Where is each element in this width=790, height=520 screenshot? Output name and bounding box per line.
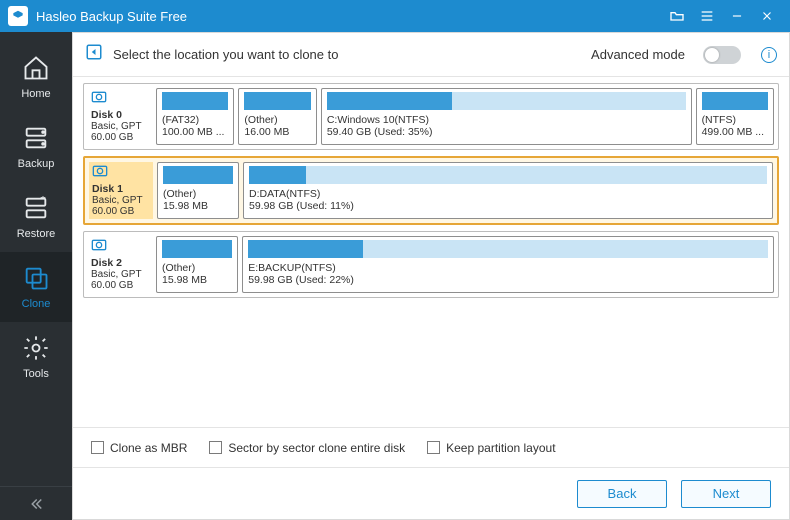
disk-header: Disk 1Basic, GPT60.00 GB — [89, 162, 153, 219]
sidebar-item-label: Clone — [22, 298, 51, 310]
sidebar-item-restore[interactable]: Restore — [0, 182, 72, 252]
disk-icon — [92, 164, 150, 181]
disk-icon — [91, 238, 149, 255]
partition[interactable]: (FAT32)100.00 MB ... — [156, 88, 234, 145]
usage-bar — [162, 240, 232, 258]
titlebar: Hasleo Backup Suite Free — [0, 0, 790, 32]
checkbox-icon — [209, 441, 222, 454]
disk-row[interactable]: Disk 2Basic, GPT60.00 GB(Other)15.98 MBE… — [83, 231, 779, 298]
usage-bar — [249, 166, 767, 184]
usage-bar — [163, 166, 233, 184]
partition-size: 15.98 MB — [162, 274, 232, 286]
disk-header: Disk 2Basic, GPT60.00 GB — [88, 236, 152, 293]
clone-options: Clone as MBR Sector by sector clone enti… — [73, 427, 789, 467]
partition-size: 59.98 GB (Used: 11%) — [249, 200, 767, 212]
partition[interactable]: (NTFS)499.00 MB ... — [696, 88, 774, 145]
disk-size: 60.00 GB — [92, 206, 150, 217]
partition-label: (Other) — [162, 262, 232, 274]
disk-list: Disk 0Basic, GPT60.00 GB(FAT32)100.00 MB… — [73, 77, 789, 427]
option-label: Keep partition layout — [446, 441, 555, 455]
partition-size: 59.98 GB (Used: 22%) — [248, 274, 768, 286]
partition-label: (Other) — [244, 114, 310, 126]
disk-info: Basic, GPT — [91, 269, 149, 280]
instruction-bar: Select the location you want to clone to… — [73, 33, 789, 77]
partition-size: 16.00 MB — [244, 126, 310, 138]
usage-bar — [702, 92, 768, 110]
usage-bar — [162, 92, 228, 110]
partition[interactable]: (Other)16.00 MB — [238, 88, 316, 145]
partition-label: D:DATA(NTFS) — [249, 188, 767, 200]
sidebar: Home Backup Restore Clone Tools — [0, 32, 72, 520]
option-sector-by-sector[interactable]: Sector by sector clone entire disk — [209, 441, 405, 455]
partition-size: 15.98 MB — [163, 200, 233, 212]
close-button[interactable] — [752, 0, 782, 32]
partition[interactable]: D:DATA(NTFS)59.98 GB (Used: 11%) — [243, 162, 773, 219]
back-button[interactable]: Back — [577, 480, 667, 508]
disk-info: Basic, GPT — [92, 195, 150, 206]
open-folder-button[interactable] — [662, 0, 692, 32]
usage-bar — [327, 92, 686, 110]
sidebar-item-clone[interactable]: Clone — [0, 252, 72, 322]
disk-info: Basic, GPT — [91, 121, 149, 132]
partition-label: E:BACKUP(NTFS) — [248, 262, 768, 274]
partition[interactable]: (Other)15.98 MB — [156, 236, 238, 293]
option-clone-as-mbr[interactable]: Clone as MBR — [91, 441, 187, 455]
usage-bar — [244, 92, 310, 110]
advanced-mode-toggle[interactable] — [703, 46, 741, 64]
partition-label: (FAT32) — [162, 114, 228, 126]
footer: Back Next — [73, 467, 789, 519]
partition[interactable]: (Other)15.98 MB — [157, 162, 239, 219]
next-button[interactable]: Next — [681, 480, 771, 508]
checkbox-icon — [91, 441, 104, 454]
partition-size: 59.40 GB (Used: 35%) — [327, 126, 686, 138]
partition[interactable]: C:Windows 10(NTFS)59.40 GB (Used: 35%) — [321, 88, 692, 145]
partition-label: (Other) — [163, 188, 233, 200]
disk-name: Disk 1 — [92, 183, 150, 195]
partition-label: C:Windows 10(NTFS) — [327, 114, 686, 126]
minimize-button[interactable] — [722, 0, 752, 32]
partition-label: (NTFS) — [702, 114, 768, 126]
sidebar-item-home[interactable]: Home — [0, 42, 72, 112]
checkbox-icon — [427, 441, 440, 454]
sidebar-item-label: Tools — [23, 368, 49, 380]
disk-name: Disk 0 — [91, 109, 149, 121]
disk-row[interactable]: Disk 0Basic, GPT60.00 GB(FAT32)100.00 MB… — [83, 83, 779, 150]
menu-button[interactable] — [692, 0, 722, 32]
main-panel: Select the location you want to clone to… — [72, 32, 790, 520]
sidebar-item-tools[interactable]: Tools — [0, 322, 72, 392]
usage-bar — [248, 240, 768, 258]
app-logo-icon — [8, 6, 28, 26]
sidebar-item-label: Home — [21, 88, 50, 100]
sidebar-item-label: Backup — [18, 158, 55, 170]
disk-size: 60.00 GB — [91, 280, 149, 291]
disk-row[interactable]: Disk 1Basic, GPT60.00 GB(Other)15.98 MBD… — [83, 156, 779, 225]
sidebar-item-label: Restore — [17, 228, 56, 240]
disk-name: Disk 2 — [91, 257, 149, 269]
disk-size: 60.00 GB — [91, 132, 149, 143]
app-title: Hasleo Backup Suite Free — [36, 9, 662, 24]
partition[interactable]: E:BACKUP(NTFS)59.98 GB (Used: 22%) — [242, 236, 774, 293]
advanced-mode-label: Advanced mode — [591, 47, 685, 62]
option-label: Sector by sector clone entire disk — [228, 441, 405, 455]
instruction-text: Select the location you want to clone to — [113, 47, 581, 62]
sidebar-collapse-button[interactable] — [0, 486, 72, 520]
disk-icon — [91, 90, 149, 107]
partition-size: 499.00 MB ... — [702, 126, 768, 138]
target-icon — [85, 43, 103, 66]
option-keep-layout[interactable]: Keep partition layout — [427, 441, 555, 455]
sidebar-item-backup[interactable]: Backup — [0, 112, 72, 182]
disk-header: Disk 0Basic, GPT60.00 GB — [88, 88, 152, 145]
info-icon[interactable]: i — [761, 47, 777, 63]
option-label: Clone as MBR — [110, 441, 187, 455]
partition-size: 100.00 MB ... — [162, 126, 228, 138]
